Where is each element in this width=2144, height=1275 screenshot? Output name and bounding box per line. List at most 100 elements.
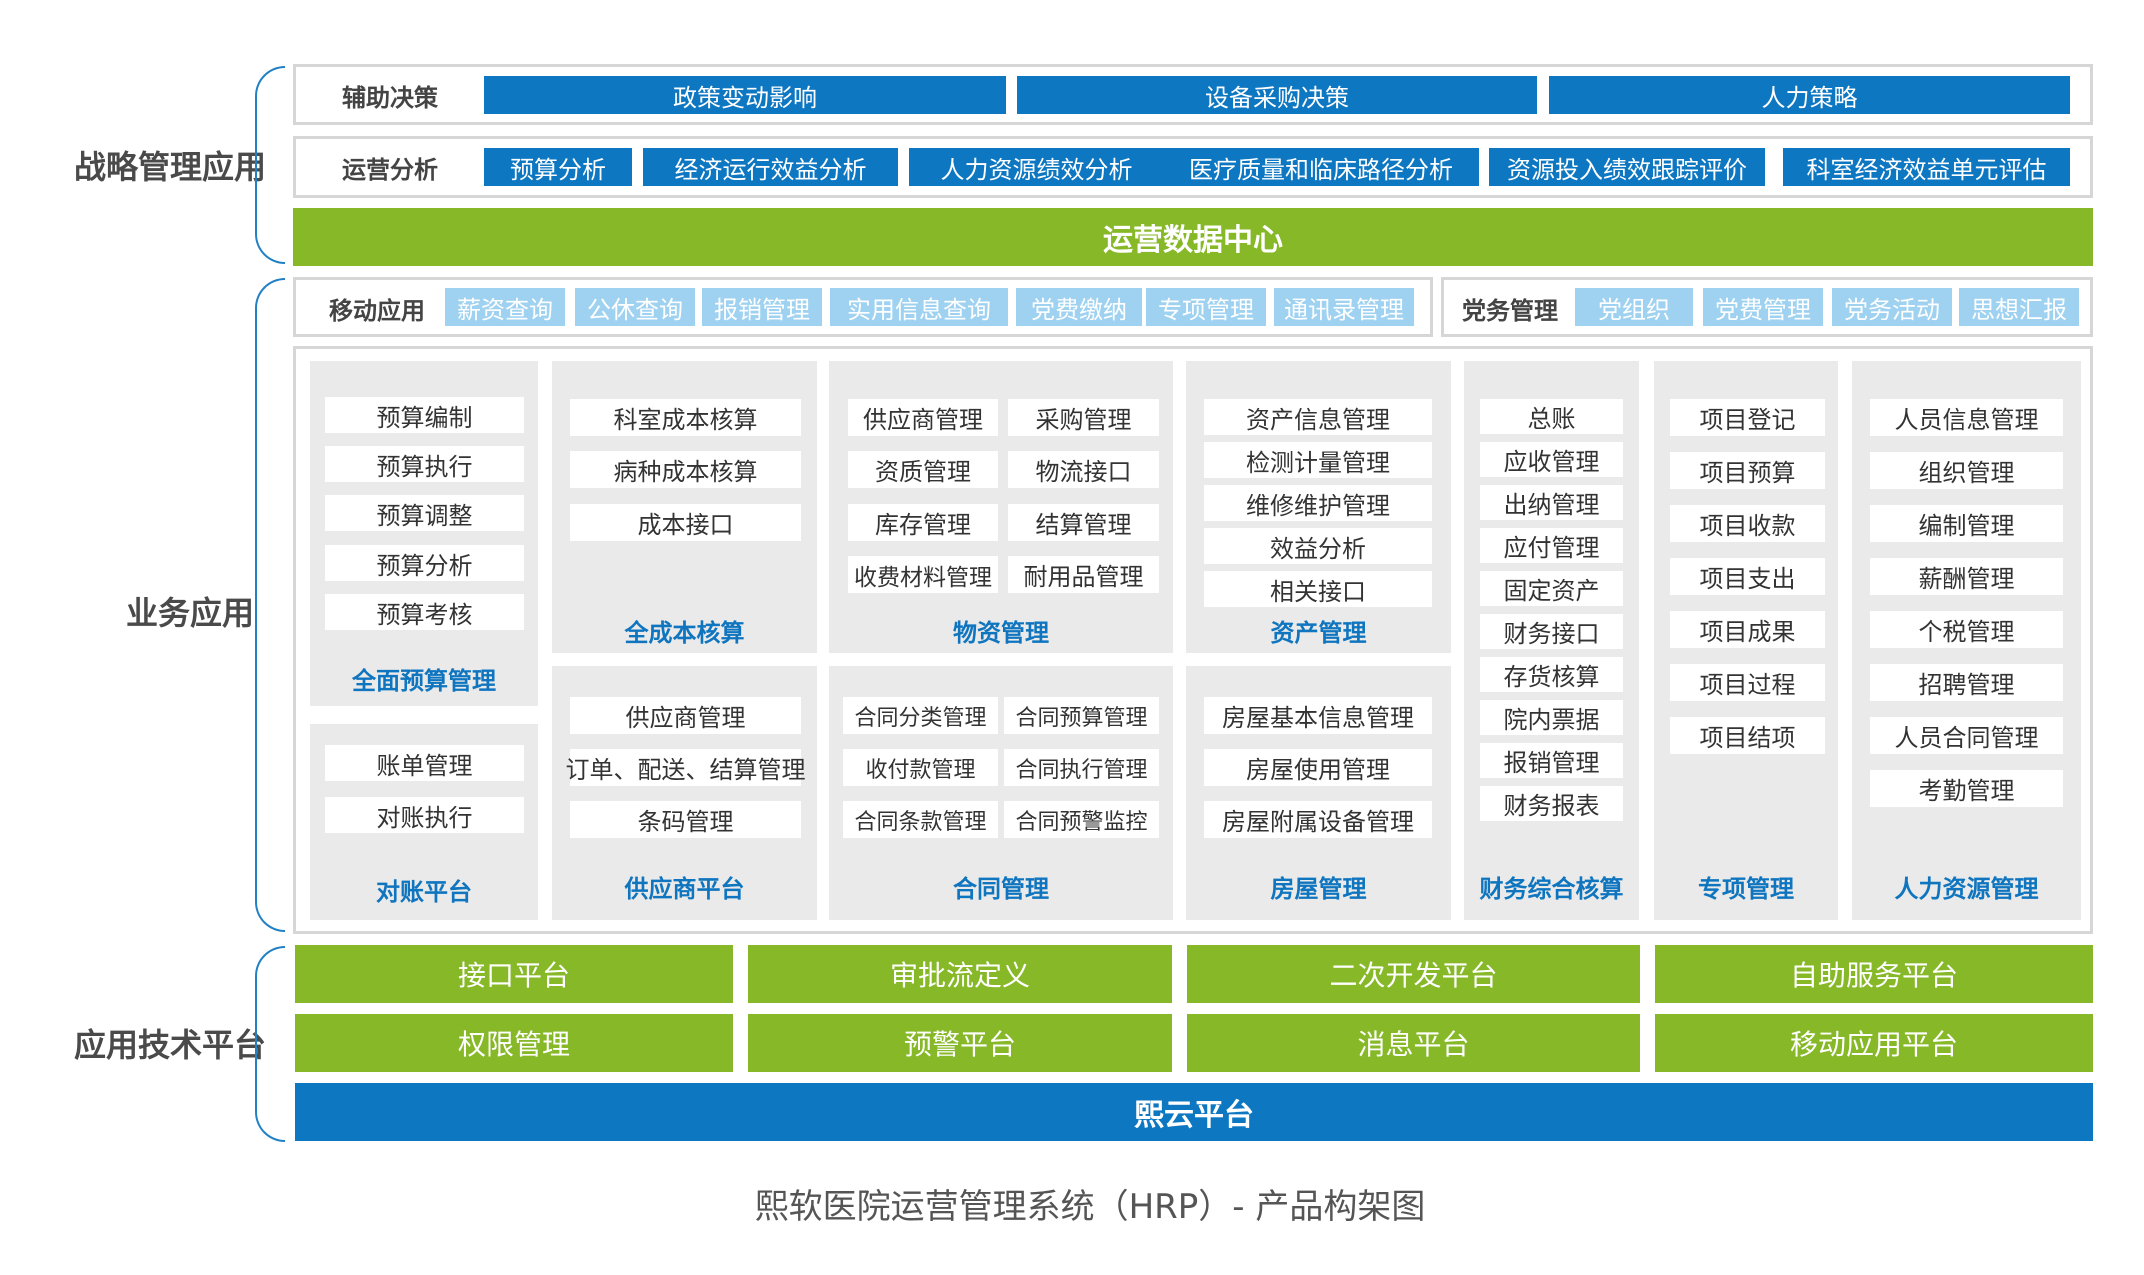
base-platform-bar: 熙云平台	[295, 1083, 2093, 1141]
module-item: 订单、配送、结算管理	[566, 749, 806, 786]
platform-item: 审批流定义	[748, 945, 1172, 1003]
module-item: 房屋使用管理	[1204, 749, 1432, 786]
mobile-item: 报销管理	[702, 288, 822, 326]
module-item: 总账	[1480, 399, 1623, 434]
module-item: 采购管理	[1008, 399, 1159, 436]
party-item: 思想汇报	[1959, 288, 2079, 326]
mobile-item: 通讯录管理	[1274, 288, 1414, 326]
bracket-platform	[255, 946, 285, 1142]
mobile-label: 移动应用	[329, 296, 425, 325]
mobile-item: 公休查询	[575, 288, 695, 326]
bracket-strategy	[255, 66, 285, 264]
module-item: 收费材料管理	[848, 556, 998, 593]
module-item: 项目过程	[1670, 664, 1825, 701]
module-title-supplier: 供应商平台	[624, 874, 745, 903]
module-item: 项目预算	[1670, 452, 1825, 489]
module-item: 合同执行管理	[1004, 749, 1159, 786]
data-center-bar: 运营数据中心	[293, 208, 2093, 266]
mobile-item: 薪资查询	[445, 288, 565, 326]
module-item: 报销管理	[1480, 743, 1623, 778]
module-title-budget: 全面预算管理	[352, 666, 496, 695]
module-item: 科室成本核算	[570, 399, 801, 436]
platform-item: 自助服务平台	[1655, 945, 2093, 1003]
decision-item: 设备采购决策	[1017, 76, 1537, 114]
module-item: 组织管理	[1870, 452, 2063, 489]
module-item: 项目结项	[1670, 717, 1825, 754]
module-item: 薪酬管理	[1870, 558, 2063, 595]
module-item: 供应商管理	[848, 399, 998, 436]
module-item: 维修维护管理	[1204, 485, 1432, 521]
module-item: 预算分析	[325, 545, 524, 581]
analysis-item: 医疗质量和临床路径分析	[1163, 148, 1479, 186]
module-item: 物流接口	[1008, 451, 1159, 488]
analysis-item: 预算分析	[484, 148, 632, 186]
module-item: 房屋基本信息管理	[1204, 697, 1432, 734]
mobile-item: 专项管理	[1146, 288, 1266, 326]
module-item: 合同预算管理	[1004, 697, 1159, 734]
module-item: 成本接口	[570, 504, 801, 541]
diagram-caption: 熙软医院运营管理系统（HRP）- 产品构架图	[754, 1186, 1426, 1227]
platform-item: 权限管理	[295, 1014, 733, 1072]
module-item: 个税管理	[1870, 611, 2063, 648]
mobile-item: 实用信息查询	[830, 288, 1008, 326]
module-item: 检测计量管理	[1204, 442, 1432, 478]
module-item: 供应商管理	[570, 697, 801, 734]
section-label-business: 业务应用	[125, 594, 254, 632]
module-item: 应付管理	[1480, 528, 1623, 563]
module-item: 人员合同管理	[1870, 717, 2063, 754]
module-item: 院内票据	[1480, 700, 1623, 735]
platform-item: 接口平台	[295, 945, 733, 1003]
module-title-material: 物资管理	[953, 618, 1049, 647]
module-item: 考勤管理	[1870, 770, 2063, 807]
module-item: 人员信息管理	[1870, 399, 2063, 436]
module-item: 相关接口	[1204, 571, 1432, 607]
module-item: 房屋附属设备管理	[1204, 801, 1432, 838]
section-label-platform: 应用技术平台	[73, 1026, 266, 1064]
module-item: 固定资产	[1480, 571, 1623, 606]
module-title-asset: 资产管理	[1270, 618, 1367, 647]
party-item: 党务活动	[1832, 288, 1952, 326]
module-title-contract: 合同管理	[953, 874, 1049, 903]
module-item: 项目成果	[1670, 611, 1825, 648]
module-item: 病种成本核算	[570, 451, 801, 488]
module-item: 耐用品管理	[1008, 556, 1159, 593]
module-title-reconcile: 对账平台	[376, 877, 472, 906]
section-label-strategy: 战略管理应用	[73, 148, 266, 186]
module-title-project: 专项管理	[1698, 874, 1794, 903]
module-item: 库存管理	[848, 504, 998, 541]
platform-item: 消息平台	[1187, 1014, 1640, 1072]
party-item: 党组织	[1575, 288, 1693, 326]
module-item: 应收管理	[1480, 442, 1623, 477]
module-title-finance: 财务综合核算	[1479, 874, 1624, 903]
module-item: 结算管理	[1008, 504, 1159, 541]
module-item: 合同分类管理	[843, 697, 998, 734]
module-item: 存货核算	[1480, 657, 1623, 692]
analysis-item: 经济运行效益分析	[643, 148, 898, 186]
module-item: 对账执行	[325, 797, 524, 833]
module-item: 项目收款	[1670, 505, 1825, 542]
decision-label: 辅助决策	[342, 83, 438, 112]
module-item: 账单管理	[325, 745, 524, 781]
module-item: 效益分析	[1204, 528, 1432, 564]
module-item: 项目登记	[1670, 399, 1825, 436]
module-item: 合同预警监控	[1004, 801, 1159, 838]
module-item: 预算考核	[325, 594, 524, 630]
module-item: 合同条款管理	[843, 801, 998, 838]
platform-item: 预警平台	[748, 1014, 1172, 1072]
decision-item: 政策变动影响	[484, 76, 1006, 114]
module-title-hr: 人力资源管理	[1894, 874, 2039, 903]
analysis-item: 科室经济效益单元评估	[1783, 148, 2070, 186]
module-item: 收付款管理	[843, 749, 998, 786]
module-item: 预算调整	[325, 495, 524, 531]
module-item: 编制管理	[1870, 505, 2063, 542]
module-item: 项目支出	[1670, 558, 1825, 595]
party-label: 党务管理	[1462, 296, 1558, 325]
bracket-business	[255, 278, 285, 932]
module-item: 财务报表	[1480, 786, 1623, 821]
module-item: 预算执行	[325, 446, 524, 482]
decision-item: 人力策略	[1549, 76, 2070, 114]
platform-item: 二次开发平台	[1187, 945, 1640, 1003]
module-item: 出纳管理	[1480, 485, 1623, 520]
module-item: 资产信息管理	[1204, 399, 1432, 435]
module-title-house: 房屋管理	[1270, 874, 1367, 903]
